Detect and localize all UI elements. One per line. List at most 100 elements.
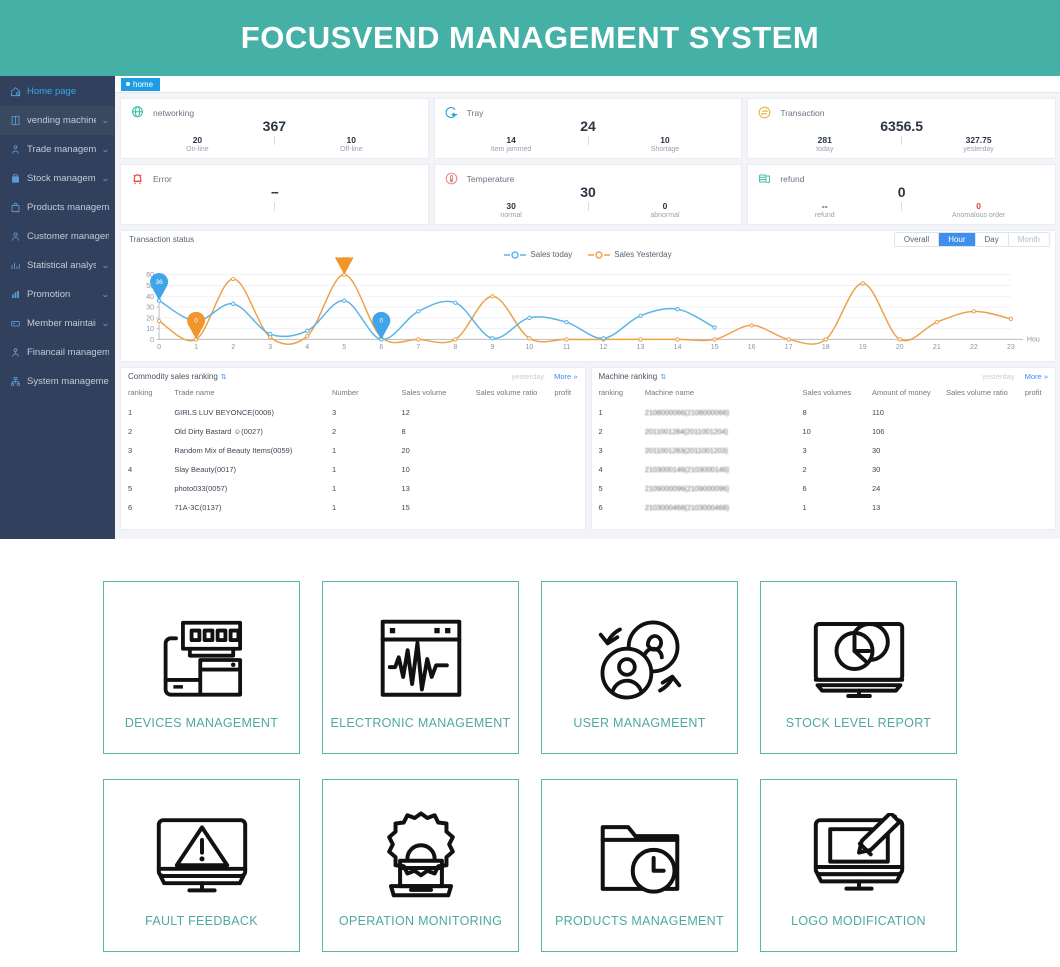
svg-text:20: 20 [896, 344, 904, 351]
column-header[interactable]: Trade name [167, 383, 325, 403]
tile-products-management[interactable]: PRODUCTS MANAGEMENT [541, 779, 738, 952]
tiles-row-1: DEVICES MANAGEMENT ELECTRONIC MANAGEMENT U… [0, 581, 1060, 754]
sort-icon[interactable]: ⇅ [660, 373, 666, 381]
column-header[interactable]: Machine name [638, 383, 796, 403]
stat-sub-left: 14 Item jammed [435, 135, 588, 154]
stat-sub-right: 10 Off-line [275, 135, 428, 154]
table-cell: Slay Beauty(0017) [174, 465, 237, 474]
tile-devices-management[interactable]: DEVICES MANAGEMENT [103, 581, 300, 754]
sidebar-item-customer-management[interactable]: Customer management [0, 222, 115, 251]
svg-text:69.75: 69.75 [336, 257, 353, 260]
table-row[interactable]: 3 Random Mix of Beauty Items(0059) 1 20 [121, 441, 585, 460]
dashboard-shell: Home pagevending machine⌄Trade managemen… [0, 76, 1060, 539]
sidebar-item-stock-management[interactable]: Stock management ⌄ [0, 164, 115, 193]
column-header[interactable]: Sales volume [394, 383, 468, 403]
column-header[interactable]: Amount of money [865, 383, 939, 403]
chart-range-overall[interactable]: Overall [894, 233, 940, 246]
machine-more-link[interactable]: More » [1025, 372, 1048, 381]
table-row[interactable]: 3 2011001283(2011001203) 3 30 [592, 441, 1056, 460]
table-cell [939, 422, 1018, 441]
table-row[interactable]: 4 2103000146(2103000146) 2 30 [592, 460, 1056, 479]
line-chart-svg: 01020304050600 1 2 3 4 5 6 7 8 9 10 11 12 13 14 15 16 17 1… [146, 257, 1040, 351]
column-header[interactable]: profit [1018, 383, 1055, 403]
table-cell: 6 [802, 484, 807, 493]
stat-card-tray[interactable]: Tray 24 14 Item jammed 10 Shortage [433, 98, 743, 159]
table-cell [547, 479, 584, 498]
table-cell [1018, 422, 1055, 441]
stat-card-value: 24 [580, 118, 596, 134]
sidebar-item-vending-machine[interactable]: vending machine ⌄ [0, 106, 115, 135]
stat-card-transaction[interactable]: Transaction 6356.5 281 today 327.75 yesterday [747, 98, 1057, 159]
table-row[interactable]: 2 Old Dirty Bastard ☺(0027) 2 8 [121, 422, 585, 441]
table-cell: 2 [331, 427, 337, 436]
tile-logo-modification[interactable]: LOGO MODIFICATION [760, 779, 957, 952]
table-cell [547, 498, 584, 517]
svg-text:40: 40 [146, 294, 154, 301]
tile-electronic-management[interactable]: ELECTRONIC MANAGEMENT [322, 581, 519, 754]
products-icon [9, 202, 21, 214]
tile-stock-level-report[interactable]: STOCK LEVEL REPORT [760, 581, 957, 754]
table-row[interactable]: 5 2109000096(2109000096) 6 24 [592, 479, 1056, 498]
stat-sub-right-value: 10 [660, 135, 670, 146]
sidebar-item-home-page[interactable]: Home page [0, 77, 115, 106]
commodity-ranking-panel: Commodity sales ranking ⇅ yesterday More… [120, 367, 586, 530]
sidebar-item-promotion[interactable]: Promotion ⌄ [0, 280, 115, 309]
commodity-more-link[interactable]: More » [554, 372, 577, 381]
chart-range-day[interactable]: Day [975, 233, 1009, 246]
table-header-row: ranking Machine name Sales volumes Amount o… [592, 383, 1056, 403]
column-header[interactable]: ranking [121, 383, 167, 403]
stat-card-temperature[interactable]: Temperature 30 30 normal 0 abnormal [433, 164, 743, 225]
column-header[interactable]: Sales volume ratio [469, 383, 548, 403]
chart-header: Transaction status Overall Hour Day Month [121, 231, 1055, 248]
column-header[interactable]: profit [547, 383, 584, 403]
table-cell: 20 [401, 446, 410, 455]
sidebar-item-trade-management[interactable]: Trade management ⌄ [0, 135, 115, 164]
stat-sub-left: 30 normal [435, 201, 588, 220]
table-cell: 2103000468(2103000468) [644, 503, 729, 512]
sidebar-item-system-management[interactable]: System management [0, 367, 115, 396]
svg-text:15: 15 [711, 344, 719, 351]
svg-text:13: 13 [637, 344, 645, 351]
stat-sub-left: 20 On-line [121, 135, 274, 154]
table-cell: photo033(0057) [174, 484, 228, 493]
table-row[interactable]: 4 Slay Beauty(0017) 1 10 [121, 460, 585, 479]
stat-card-refund[interactable]: refund 0 -- refund 0 Anomalous order [747, 164, 1057, 225]
column-header[interactable]: Sales volumes [795, 383, 865, 403]
column-header[interactable]: ranking [592, 383, 638, 403]
tile-operation-monitoring[interactable]: OPERATION MONITORING [322, 779, 519, 952]
table-row[interactable]: 6 2103000468(2103000468) 1 13 [592, 498, 1056, 517]
table-row[interactable]: 1 GIRLS LUV BEYONCE(0006) 3 12 [121, 403, 585, 422]
stat-sub-left-value: -- [821, 201, 828, 212]
dashboard-body: networking 367 20 On-line 10 Off-line Error -- … [115, 93, 1060, 530]
chevron-down-icon: ⌄ [101, 174, 111, 183]
table-cell [547, 441, 584, 460]
column-header[interactable]: Number [325, 383, 395, 403]
stat-card-title: Error [153, 173, 172, 184]
table-row[interactable]: 5 photo033(0057) 1 13 [121, 479, 585, 498]
stat-card-title: Tray [466, 107, 484, 118]
table-cell [939, 498, 1018, 517]
stat-card-networking[interactable]: networking 367 20 On-line 10 Off-line [120, 98, 429, 159]
table-row[interactable]: 2 2011001284(2011001204) 10 106 [592, 422, 1056, 441]
sidebar-item-products-management[interactable]: Products management [0, 193, 115, 222]
svg-text:20: 20 [146, 315, 154, 322]
sidebar-item-member-maintain[interactable]: Member maintain ⌄ [0, 309, 115, 338]
waveform-window-icon [372, 606, 470, 714]
sort-icon[interactable]: ⇅ [221, 373, 227, 381]
tile-user-managmeent[interactable]: USER MANAGMEENT [541, 581, 738, 754]
stat-card-error[interactable]: Error -- [120, 164, 429, 225]
sidebar-item-statistical-analysis[interactable]: Statistical analysis ⌄ [0, 251, 115, 280]
table-cell [547, 422, 584, 441]
chart-range-hour[interactable]: Hour [939, 233, 976, 246]
table-row[interactable]: 6 71A-3C(0137) 1 15 [121, 498, 585, 517]
table-cell [939, 403, 1018, 422]
stat-sub-right-label: yesterday [963, 145, 994, 153]
svg-text:0: 0 [194, 318, 198, 325]
sidebar-item-financail-management[interactable]: Financail management [0, 338, 115, 367]
column-header[interactable]: Sales volume ratio [939, 383, 1018, 403]
stat-column-middle: Tray 24 14 Item jammed 10 Shortage Temperature… [433, 98, 743, 225]
chevron-down-icon: ⌄ [101, 290, 111, 299]
tab-home[interactable]: home [121, 77, 161, 91]
tile-fault-feedback[interactable]: FAULT FEEDBACK [103, 779, 300, 952]
table-row[interactable]: 1 2108000066(2108000066) 8 110 [592, 403, 1056, 422]
